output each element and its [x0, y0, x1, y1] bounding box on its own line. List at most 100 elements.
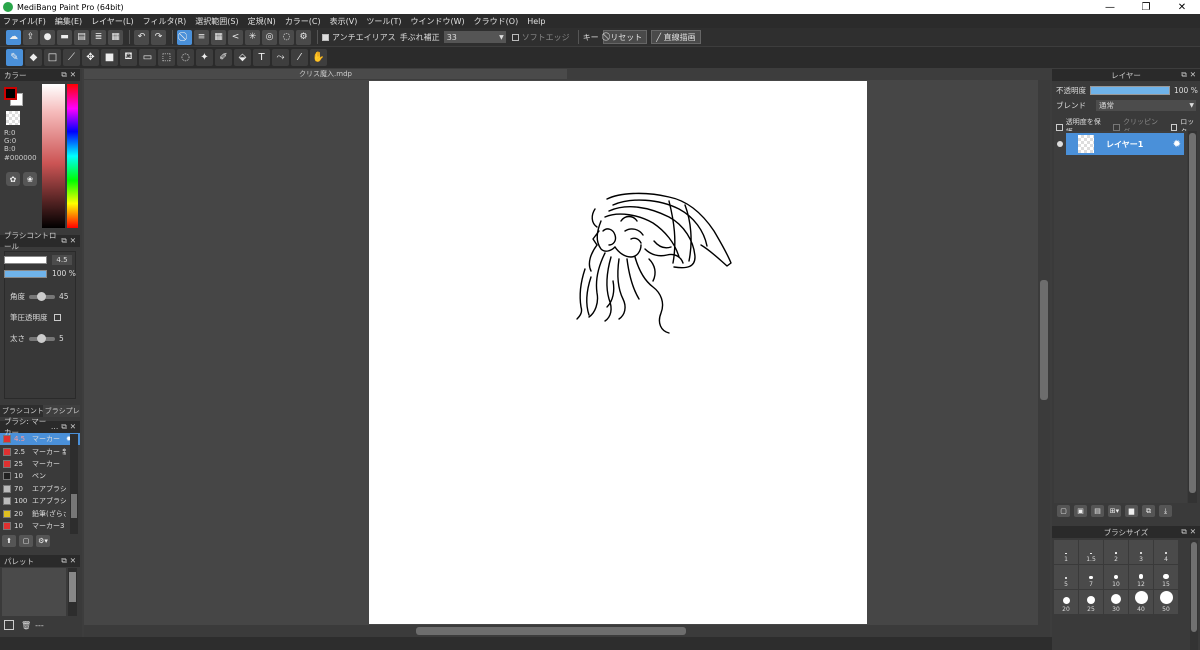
text-tool-icon[interactable]: T: [253, 49, 270, 66]
minimize-button[interactable]: —: [1092, 2, 1128, 13]
list-icon[interactable]: ≣: [91, 29, 106, 45]
color-wheel-icon[interactable]: ❀: [23, 172, 37, 186]
color-value-slider[interactable]: [42, 84, 65, 228]
cloud-icon[interactable]: ☁: [6, 29, 21, 45]
menu-cloud[interactable]: クラウド(O): [474, 16, 519, 27]
visibility-icon[interactable]: [1057, 141, 1063, 147]
more-icon[interactable]: …: [51, 422, 59, 432]
gear-icon[interactable]: ✹: [1173, 139, 1181, 150]
slider-knob[interactable]: [37, 291, 46, 301]
clipping-checkbox[interactable]: [1113, 123, 1120, 131]
snap-off-icon[interactable]: ⃠: [177, 29, 192, 45]
scrollbar-thumb[interactable]: [71, 494, 77, 518]
snap-perspective-icon[interactable]: <: [228, 29, 243, 45]
snap-settings-icon[interactable]: ⚙: [296, 29, 311, 45]
new-halftone-layer-icon[interactable]: ▣: [1074, 505, 1087, 517]
reset-button[interactable]: ⃠ リセット: [602, 30, 648, 44]
hue-slider[interactable]: [67, 84, 78, 228]
antialias-checkbox[interactable]: [322, 33, 329, 41]
menu-layer[interactable]: レイヤー(L): [91, 16, 133, 27]
divide-tool-icon[interactable]: ⤳: [272, 49, 289, 66]
menu-window[interactable]: ウインドウ(W): [411, 16, 465, 27]
brush-tool-icon[interactable]: ✎: [6, 49, 23, 66]
layer-list-scrollbar[interactable]: [1188, 131, 1197, 503]
brush-size-value[interactable]: 4.5: [52, 255, 72, 265]
eyedropper-tool-icon[interactable]: ⁄: [291, 49, 308, 66]
brush-list-item[interactable]: 2.5 マーカー 新: [0, 445, 80, 457]
scrollbar-thumb[interactable]: [1040, 280, 1048, 400]
menu-file[interactable]: ファイル(F): [3, 16, 46, 27]
duplicate-layer-icon[interactable]: ⧉: [1142, 505, 1155, 517]
undock-icon[interactable]: ⧉: [1181, 527, 1186, 537]
blend-mode-select[interactable]: 通常 ▼: [1096, 100, 1196, 111]
close-icon[interactable]: ✕: [70, 422, 76, 432]
snap-concentric-icon[interactable]: ◌: [279, 29, 294, 45]
gradient-tool-icon[interactable]: ▭: [139, 49, 156, 66]
brush-size-cell[interactable]: 12: [1129, 565, 1153, 589]
brush-size-cell[interactable]: 3: [1129, 540, 1153, 564]
brush-size-bar[interactable]: [4, 256, 47, 264]
close-icon[interactable]: ✕: [70, 236, 76, 246]
brush-list-scrollbar[interactable]: [70, 434, 78, 534]
palette-icon[interactable]: ✿: [6, 172, 20, 186]
menu-edit[interactable]: 編集(E): [55, 16, 82, 27]
lock-checkbox[interactable]: [1170, 123, 1178, 131]
protect-alpha-checkbox[interactable]: [1056, 123, 1063, 131]
add-layer-menu-icon[interactable]: ⊞▾: [1108, 505, 1121, 517]
layer-opacity-bar[interactable]: [1090, 86, 1170, 95]
brush-size-cell[interactable]: 5: [1054, 565, 1078, 589]
angle-slider[interactable]: [29, 291, 55, 301]
select-tool-icon[interactable]: ⬚: [158, 49, 175, 66]
new-layer-icon[interactable]: ▢: [1057, 505, 1070, 517]
undo-icon[interactable]: ↶: [134, 29, 149, 45]
hand-tool-icon[interactable]: ✋: [310, 49, 327, 66]
foreground-color-swatch[interactable]: [4, 87, 17, 100]
brush-size-cell[interactable]: 25: [1079, 590, 1103, 614]
brush-size-cell[interactable]: 10: [1104, 565, 1128, 589]
brush-size-cell[interactable]: 50: [1154, 590, 1178, 614]
close-icon[interactable]: ✕: [70, 556, 76, 566]
brush-size-cell[interactable]: 15: [1154, 565, 1178, 589]
close-icon[interactable]: ✕: [1190, 70, 1196, 80]
undock-icon[interactable]: ⧉: [61, 556, 66, 566]
menu-selection[interactable]: 選択範囲(S): [195, 16, 238, 27]
new-brush-icon[interactable]: ▢: [19, 535, 33, 547]
brush-menu-icon[interactable]: ⚙▾: [36, 535, 50, 547]
menu-filter[interactable]: フィルタ(R): [143, 16, 187, 27]
eraser-tool-icon[interactable]: ◆: [25, 49, 42, 66]
brush-size-scrollbar[interactable]: [1190, 540, 1198, 650]
brush-size-cell[interactable]: 2: [1104, 540, 1128, 564]
lasso-tool-icon[interactable]: ◌: [177, 49, 194, 66]
straight-line-button[interactable]: ╱ 直線描画: [651, 30, 701, 44]
folder-icon[interactable]: ▆: [1125, 505, 1138, 517]
soft-edge-checkbox[interactable]: [511, 33, 519, 41]
brush-size-cell[interactable]: 4: [1154, 540, 1178, 564]
brush-list-item[interactable]: 25 マーカー: [0, 458, 80, 470]
brush-list-item[interactable]: 100 エアブラシ(: [0, 495, 80, 507]
menu-color[interactable]: カラー(C): [285, 16, 321, 27]
magic-wand-icon[interactable]: ✦: [196, 49, 213, 66]
stabilizer-select[interactable]: 33 ▼: [443, 31, 506, 43]
brush-opacity-bar[interactable]: [4, 269, 47, 278]
new-8bit-layer-icon[interactable]: ▤: [1091, 505, 1104, 517]
select-pen-icon[interactable]: ✐: [215, 49, 232, 66]
scrollbar-thumb[interactable]: [1189, 133, 1196, 493]
close-window-button[interactable]: ✕: [1164, 2, 1200, 13]
move-brush-icon[interactable]: ⟋: [63, 49, 80, 66]
undock-icon[interactable]: ⧉: [1181, 70, 1186, 80]
thickness-slider[interactable]: [29, 333, 55, 343]
pressure-opacity-checkbox[interactable]: [53, 314, 61, 321]
transparent-color-swatch[interactable]: [6, 111, 20, 125]
close-icon[interactable]: ✕: [70, 70, 76, 80]
drawing-canvas[interactable]: [369, 81, 867, 624]
undock-icon[interactable]: ⧉: [61, 236, 66, 246]
bucket-tool-icon[interactable]: ⛾: [120, 49, 137, 66]
menu-help[interactable]: Help: [527, 17, 545, 26]
brush-list-item[interactable]: 70 エアブラシ(: [0, 483, 80, 495]
comment-icon[interactable]: ●: [40, 29, 55, 45]
redo-icon[interactable]: ↷: [151, 29, 166, 45]
dot-tool-icon[interactable]: □: [44, 49, 61, 66]
add-brush-icon[interactable]: ⬆: [2, 535, 16, 547]
brush-size-cell[interactable]: 30: [1104, 590, 1128, 614]
merge-layer-icon[interactable]: ⤓: [1159, 505, 1172, 517]
